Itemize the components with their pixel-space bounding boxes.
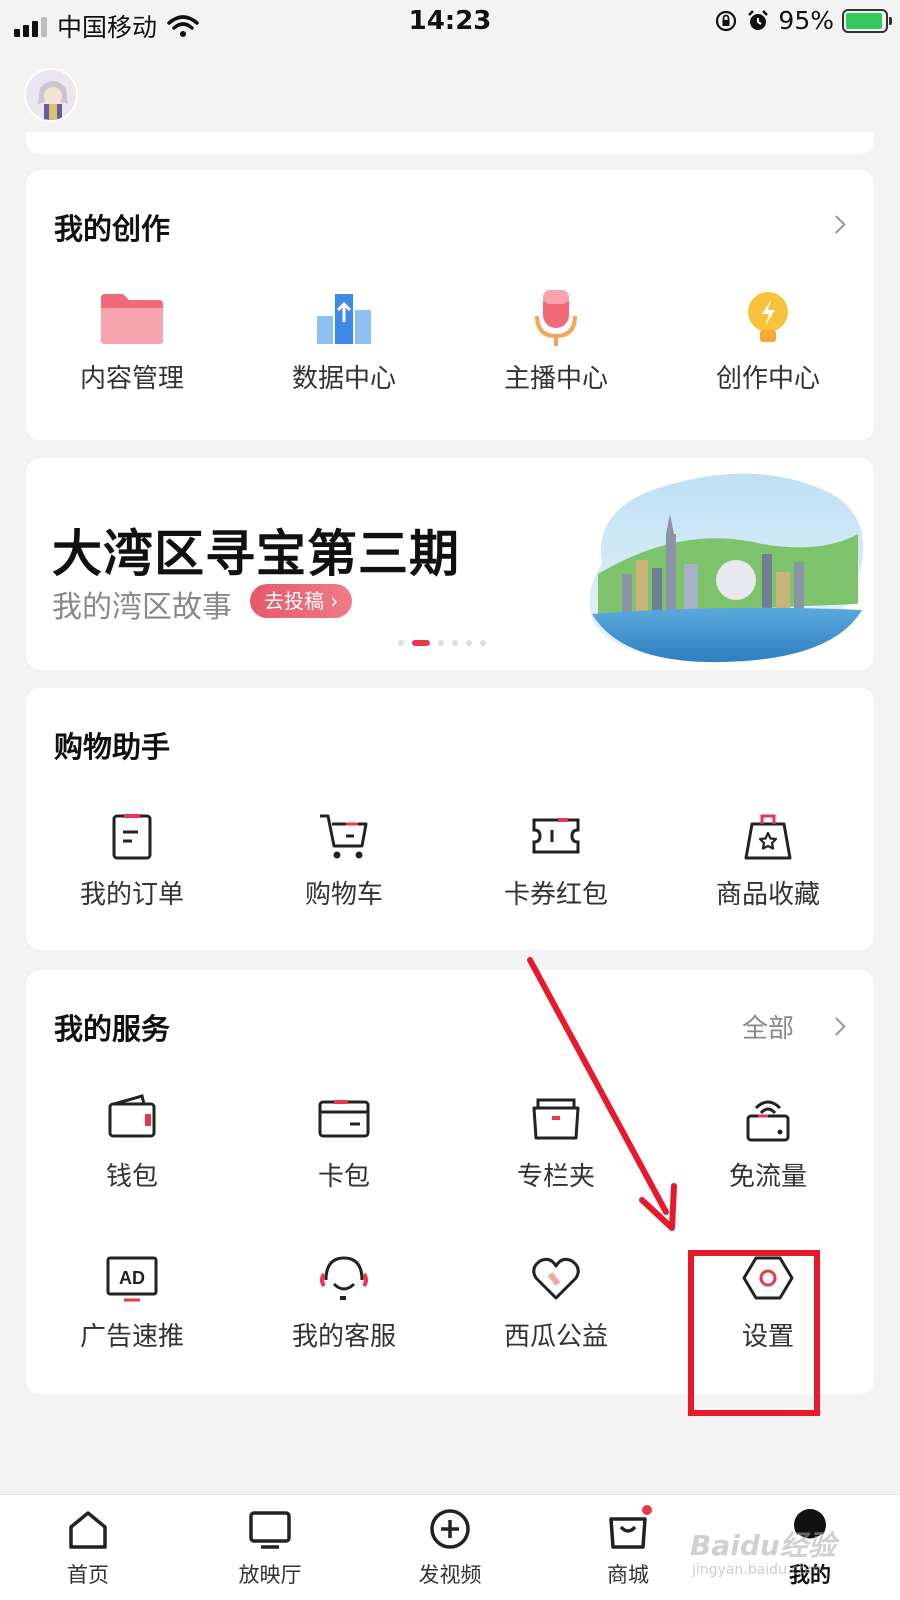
nav-post-video[interactable]: 发视频 — [390, 1507, 510, 1589]
nav-home-label: 首页 — [67, 1563, 109, 1587]
nav-theater-label: 放映厅 — [238, 1563, 302, 1587]
watermark-url: jingyan.baidu.com — [692, 1562, 822, 1578]
add-video-icon — [430, 1509, 470, 1549]
home-icon — [69, 1511, 107, 1549]
nav-shop-label: 商城 — [607, 1563, 649, 1587]
nav-theater[interactable]: 放映厅 — [210, 1507, 330, 1589]
shop-notification-dot — [640, 1503, 654, 1517]
nav-post-video-label: 发视频 — [418, 1563, 482, 1587]
watermark: Baidu经验 — [690, 1529, 836, 1562]
tv-icon — [249, 1511, 291, 1549]
nav-home[interactable]: 首页 — [28, 1507, 148, 1589]
nav-shop[interactable]: 商城 — [568, 1503, 688, 1589]
settings-highlight-box — [688, 1250, 820, 1416]
